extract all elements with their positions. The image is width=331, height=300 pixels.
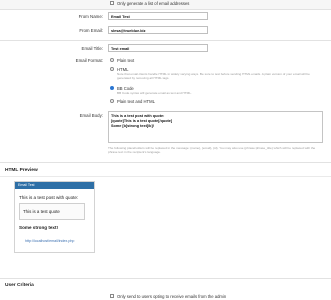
format-plain-html-label: Plain text and HTML [117, 99, 155, 104]
preview-link[interactable]: http://localhost/email/index.php [25, 239, 74, 243]
format-plain-text-radio[interactable] [110, 58, 114, 62]
from-email-input[interactable]: slesa@trueblue.biz [108, 26, 208, 34]
from-name-label: From Name: [78, 14, 103, 19]
format-bbcode-radio[interactable] [110, 86, 114, 90]
preview-strong: Some strong text! [19, 225, 59, 230]
html-preview-box: Email Test This is a test post with quot… [14, 181, 95, 253]
html-preview-title: HTML Preview [5, 168, 38, 173]
email-body-label: Email Body: [79, 113, 103, 118]
user-criteria-title: User Criteria [5, 283, 34, 288]
format-html-hint: Note that email clients handle HTML in w… [117, 72, 310, 80]
from-email-label: From Email: [79, 28, 103, 33]
format-bbcode-hint: BB Code syntax will generate email as te… [117, 91, 192, 95]
admin-email-optin-label: Only send to users opting to receive ema… [117, 294, 227, 299]
divider [0, 162, 331, 163]
format-plain-html-radio[interactable] [110, 99, 114, 103]
email-format-label: Email Format: [75, 58, 103, 63]
only-generate-list-label: Only generate a list of email addresses [117, 1, 190, 6]
format-plain-text-label: Plain text [117, 58, 135, 63]
email-title-label: Email Title: [81, 46, 103, 51]
preview-quote-text: This is a test quote [23, 209, 60, 214]
from-name-input[interactable]: Email Test [108, 12, 208, 20]
divider [0, 278, 331, 279]
only-generate-list-checkbox[interactable] [110, 1, 114, 5]
format-html-radio[interactable] [110, 67, 114, 71]
email-title-input[interactable]: Test email [108, 44, 208, 52]
email-body-hint: The following placeholders will be repla… [108, 146, 316, 154]
email-body-textarea[interactable]: This is a test post with quote: [quote]T… [108, 111, 323, 143]
divider [0, 40, 331, 41]
body-line: Some [b]strong text[/b]! [111, 124, 155, 128]
preview-intro: This is a test post with quote: [19, 195, 79, 200]
divider [0, 9, 331, 10]
preview-quote: This is a test quote [19, 203, 85, 220]
preview-header: Email Test [15, 182, 94, 189]
admin-email-optin-checkbox[interactable] [110, 294, 114, 298]
